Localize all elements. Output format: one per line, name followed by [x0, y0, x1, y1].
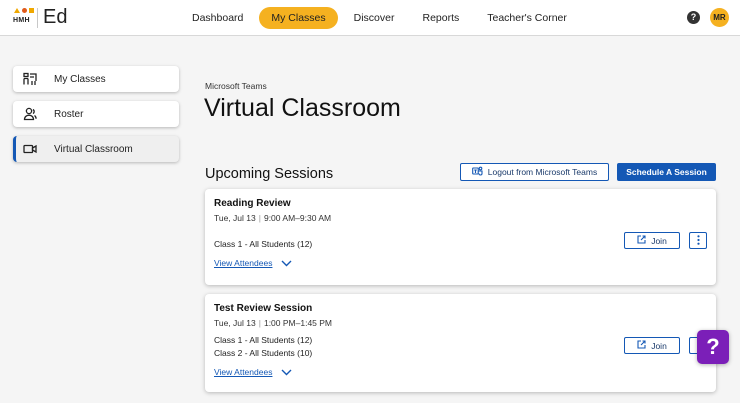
logo-divider: [37, 8, 38, 28]
view-attendees-label: View Attendees: [214, 258, 273, 268]
session-datetime: Tue, Jul 13 | 1:00 PM–1:45 PM: [214, 318, 333, 328]
chevron-down-icon: [281, 369, 292, 375]
chevron-down-icon: [281, 260, 292, 266]
sidebar-item-my-classes[interactable]: My Classes: [13, 66, 179, 92]
view-attendees-link[interactable]: View Attendees: [214, 258, 292, 268]
session-card: Reading Review Tue, Jul 13 | 9:00 AM–9:30 …: [205, 189, 716, 285]
nav-reports[interactable]: Reports: [410, 7, 471, 29]
join-label: Join: [651, 340, 667, 351]
more-options-button[interactable]: [689, 232, 707, 249]
session-time: 9:00 AM–9:30 AM: [263, 213, 332, 223]
session-title: Test Review Session: [214, 303, 313, 314]
sidebar-item-virtual-classroom[interactable]: Virtual Classroom: [13, 136, 179, 162]
session-class: Class 1 - All Students (12): [214, 239, 313, 249]
sidebar-item-label: Virtual Classroom: [54, 143, 133, 155]
session-card: Test Review Session Tue, Jul 13 | 1:00 PM–…: [205, 294, 716, 392]
session-time: 1:00 PM–1:45 PM: [263, 318, 333, 328]
join-button[interactable]: Join: [624, 337, 680, 354]
nav-teachers-corner[interactable]: Teacher's Corner: [475, 7, 579, 29]
teams-icon: [471, 166, 483, 178]
join-label: Join: [651, 235, 667, 246]
brand-name: Ed: [43, 6, 68, 28]
logout-teams-label: Logout from Microsoft Teams: [487, 167, 598, 177]
people-icon: [23, 107, 37, 121]
nav-my-classes[interactable]: My Classes: [259, 7, 338, 29]
hmh-logo[interactable]: HMH: [13, 7, 35, 29]
nav-dashboard[interactable]: Dashboard: [180, 7, 255, 29]
sidebar-item-roster[interactable]: Roster: [13, 101, 179, 127]
section-title: Upcoming Sessions: [205, 166, 334, 182]
external-link-icon: [637, 235, 646, 246]
page-title: Virtual Classroom: [204, 94, 401, 122]
help-icon[interactable]: ?: [687, 11, 700, 24]
video-camera-icon: [23, 142, 37, 156]
kebab-menu-icon: [696, 232, 700, 250]
logo-text: HMH: [13, 17, 30, 24]
session-datetime: Tue, Jul 13 | 9:00 AM–9:30 AM: [214, 213, 332, 223]
hmh-logo-mark: [14, 8, 34, 13]
page-overline: Microsoft Teams: [205, 81, 267, 91]
classroom-icon: [23, 72, 37, 86]
join-button[interactable]: Join: [624, 232, 680, 249]
avatar[interactable]: MR: [710, 8, 729, 27]
session-class: Class 2 - All Students (10): [214, 348, 313, 358]
session-date: Tue, Jul 13: [214, 318, 256, 328]
schedule-session-button[interactable]: Schedule A Session: [617, 163, 716, 181]
main-nav: Dashboard My Classes Discover Reports Te…: [180, 7, 579, 29]
session-title: Reading Review: [214, 198, 291, 209]
view-attendees-label: View Attendees: [214, 367, 273, 377]
view-attendees-link[interactable]: View Attendees: [214, 367, 292, 377]
logout-teams-button[interactable]: Logout from Microsoft Teams: [460, 163, 609, 181]
external-link-icon: [637, 340, 646, 351]
top-header: HMH Ed Dashboard My Classes Discover Rep…: [0, 0, 740, 36]
nav-discover[interactable]: Discover: [342, 7, 407, 29]
sidebar-item-label: My Classes: [54, 73, 106, 85]
session-date: Tue, Jul 13: [214, 213, 256, 223]
help-button[interactable]: ?: [697, 330, 729, 364]
session-class: Class 1 - All Students (12): [214, 335, 313, 345]
sidebar-item-label: Roster: [54, 108, 84, 120]
